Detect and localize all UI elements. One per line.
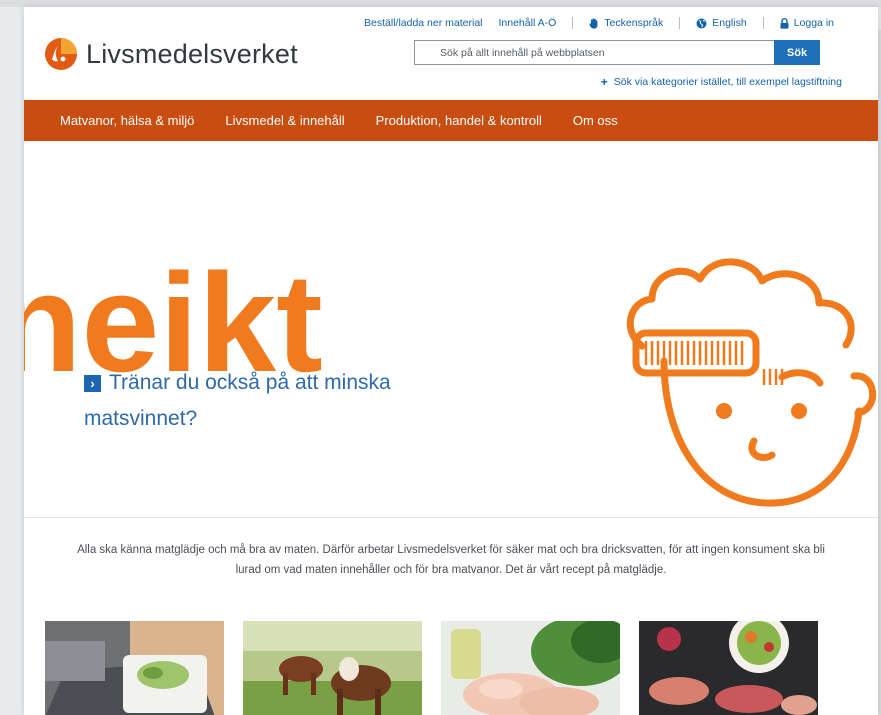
login-label: Logga in (793, 17, 834, 29)
sign-language-link[interactable]: Teckenspråk (581, 17, 671, 29)
teaser-card-cows[interactable] (243, 621, 422, 715)
hand-icon (589, 17, 598, 29)
search-bar: Sök (414, 40, 820, 65)
english-link[interactable]: English (688, 17, 754, 29)
teaser-cards (45, 621, 818, 715)
index-link[interactable]: Innehåll A-Ö (491, 17, 565, 29)
site-logo[interactable]: Livsmedelsverket (44, 37, 298, 71)
sign-language-label: Teckenspråk (604, 17, 664, 29)
food-spread-image (639, 621, 818, 715)
logo-wordmark: Livsmedelsverket (86, 38, 298, 69)
hero-caption-text: Tränar du också på att minska matsvinnet… (84, 371, 391, 430)
hero-banner[interactable]: neikt › Tränar du också på att minska ma… (24, 141, 878, 517)
hero-illustration: neikt (24, 244, 877, 507)
teaser-card-food-plate[interactable] (639, 621, 818, 715)
divider (679, 17, 681, 29)
nav-item-produktion[interactable]: Produktion, handel & kontroll (376, 113, 542, 128)
page: Beställ/ladda ner material Innehåll A-Ö … (24, 7, 878, 715)
hero-caption-link[interactable]: › Tränar du också på att minska matsvinne… (84, 365, 444, 437)
order-material-label: Beställ/ladda ner material (364, 17, 483, 29)
english-label: English (712, 17, 747, 29)
utility-bar: Beställ/ladda ner material Innehåll A-Ö … (356, 17, 842, 29)
intro-text: Alla ska känna matglädje och må bra av m… (77, 544, 825, 576)
face-illustration (626, 258, 877, 507)
raw-chicken-image (441, 621, 620, 715)
order-material-link[interactable]: Beställ/ladda ner material (356, 17, 490, 29)
teaser-card-chicken[interactable] (441, 621, 620, 715)
compost-bin-image (45, 621, 224, 715)
cows-image (243, 621, 422, 715)
divider (762, 17, 764, 29)
globe-icon (696, 18, 707, 28)
nav-item-matvanor[interactable]: Matvanor, hälsa & miljö (60, 113, 194, 128)
livsmedelsverket-logo-icon (45, 38, 77, 70)
arrow-right-icon: › (84, 375, 101, 392)
search-button[interactable]: Sök (774, 40, 820, 65)
browser-top-strip (0, 0, 881, 7)
divider (572, 17, 574, 29)
search-input[interactable] (414, 40, 774, 65)
teaser-card-food-waste[interactable] (45, 621, 224, 715)
nav-item-om-oss[interactable]: Om oss (573, 113, 618, 128)
category-search-label: Sök via kategorier istället, till exempe… (613, 76, 842, 88)
login-link[interactable]: Logga in (772, 17, 842, 29)
plus-icon: + (600, 75, 608, 89)
index-label: Innehåll A-Ö (498, 17, 557, 29)
lock-icon (780, 17, 789, 29)
nav-item-livsmedel[interactable]: Livsmedel & innehåll (225, 113, 344, 128)
main-nav: Matvanor, hälsa & miljö Livsmedel & inne… (24, 100, 878, 141)
section-divider (24, 517, 878, 518)
category-search-link[interactable]: + Sök via kategorier istället, till exem… (601, 75, 842, 89)
